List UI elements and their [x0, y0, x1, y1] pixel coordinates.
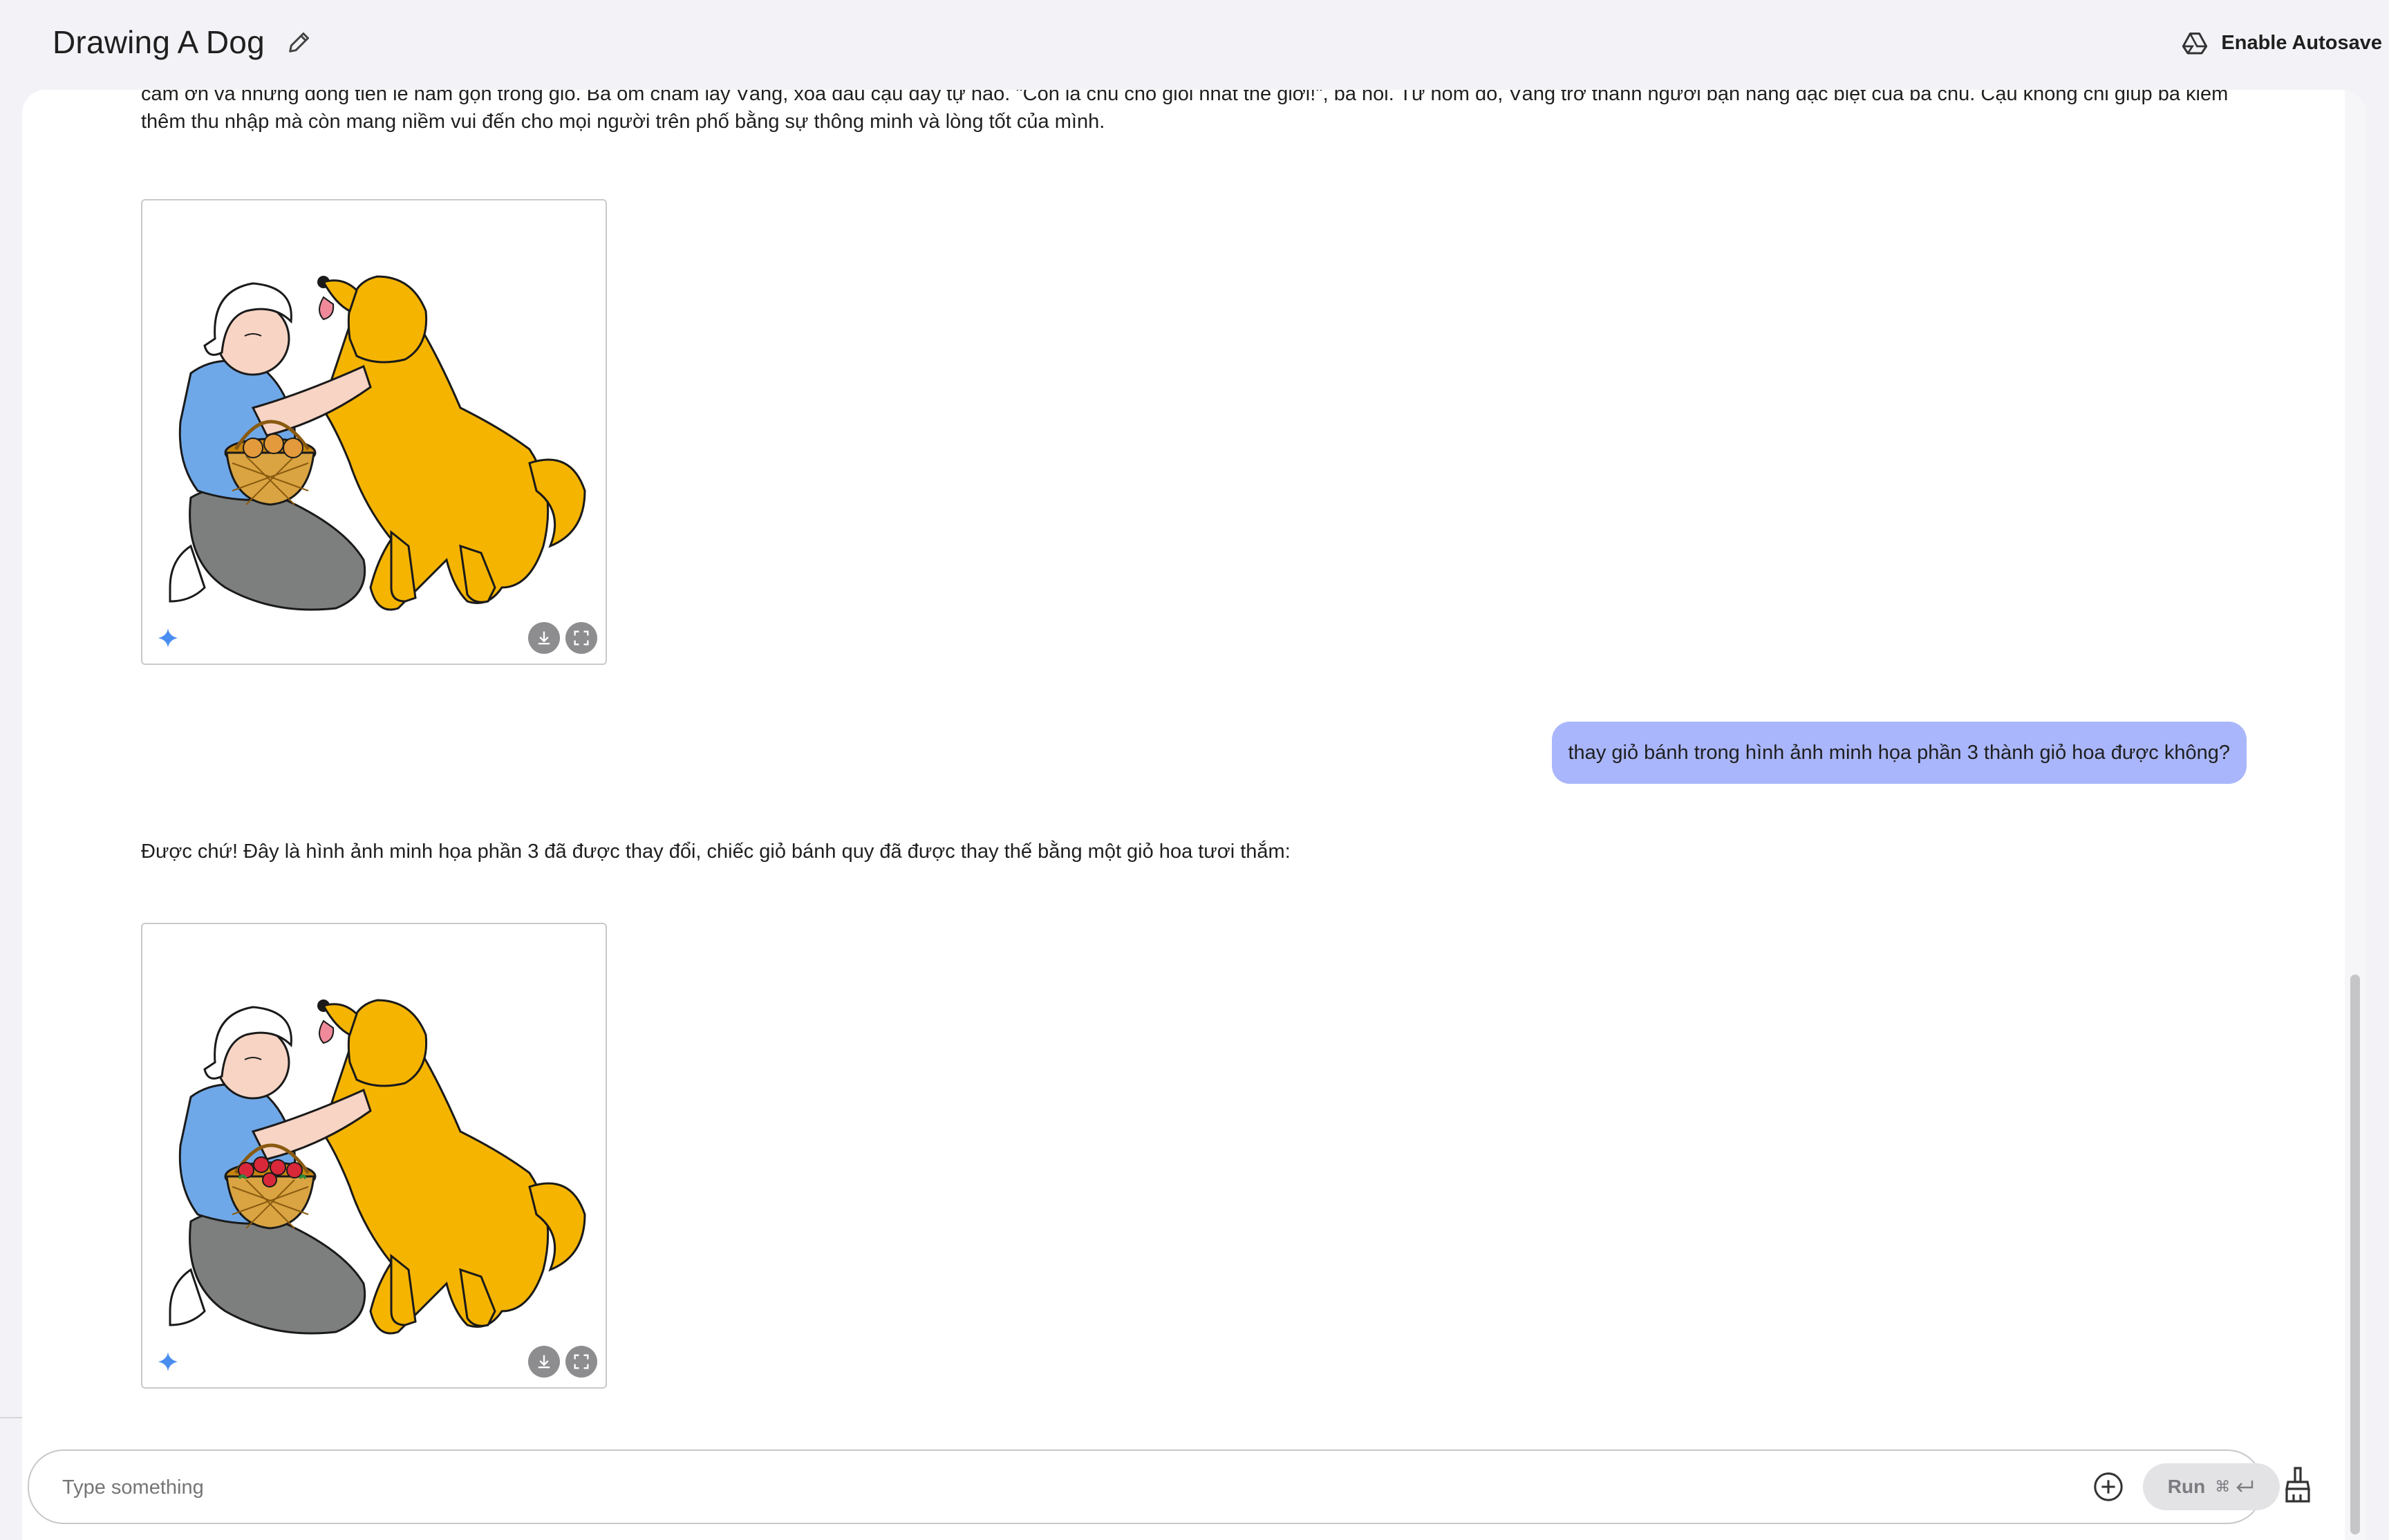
title-area: Drawing A Dog: [53, 24, 313, 61]
autosave-label: Enable Autosave: [2221, 31, 2382, 54]
enable-autosave-button[interactable]: Enable Autosave: [2181, 29, 2382, 57]
download-image-button[interactable]: [528, 1346, 560, 1378]
model-story-text: cảm ơn và những đồng tiền lẻ nằm gọn tro…: [141, 90, 2229, 133]
prompt-input[interactable]: [61, 1451, 2068, 1524]
run-button[interactable]: Run ⌘: [2143, 1463, 2280, 1510]
run-label: Run: [2167, 1476, 2206, 1497]
drive-icon: [2182, 32, 2208, 55]
prompt-composer: Run ⌘: [28, 1449, 2280, 1524]
illustration-grandma-dog-cookies: [169, 275, 586, 611]
clear-chat-brush-icon[interactable]: [2281, 1465, 2314, 1504]
download-image-button[interactable]: [528, 622, 560, 654]
chat-panel: cảm ơn và những đồng tiền lẻ nằm gọn tro…: [22, 90, 2365, 1540]
edit-pencil-icon[interactable]: [285, 28, 313, 56]
app-header: Drawing A Dog Enable Autosave: [0, 0, 2389, 90]
download-icon: [538, 631, 550, 645]
command-key: ⌘: [2215, 1478, 2231, 1495]
fullscreen-image-button[interactable]: [565, 1346, 597, 1378]
run-shortcut: ⌘: [2215, 1478, 2255, 1496]
illustration-grandma-dog-flowers: [169, 999, 586, 1335]
generated-image-card: [141, 923, 607, 1389]
page-title: Drawing A Dog: [53, 24, 265, 60]
gemini-sparkle-icon: [158, 628, 178, 648]
download-icon: [538, 1355, 550, 1369]
enter-key-icon: [2236, 1481, 2254, 1492]
fullscreen-image-button[interactable]: [565, 622, 597, 654]
fullscreen-icon: [574, 1354, 589, 1369]
gemini-sparkle-icon: [158, 1351, 178, 1372]
generated-image-card: [141, 199, 607, 665]
divider: [0, 1417, 22, 1418]
add-media-icon[interactable]: [2092, 1471, 2124, 1503]
user-message-bubble: thay giỏ bánh trong hình ảnh minh họa ph…: [1551, 722, 2247, 784]
scrollbar-thumb[interactable]: [2350, 975, 2360, 1534]
model-reply-text: Được chứ! Đây là hình ảnh minh họa phần …: [141, 841, 1291, 863]
fullscreen-icon: [574, 630, 589, 646]
